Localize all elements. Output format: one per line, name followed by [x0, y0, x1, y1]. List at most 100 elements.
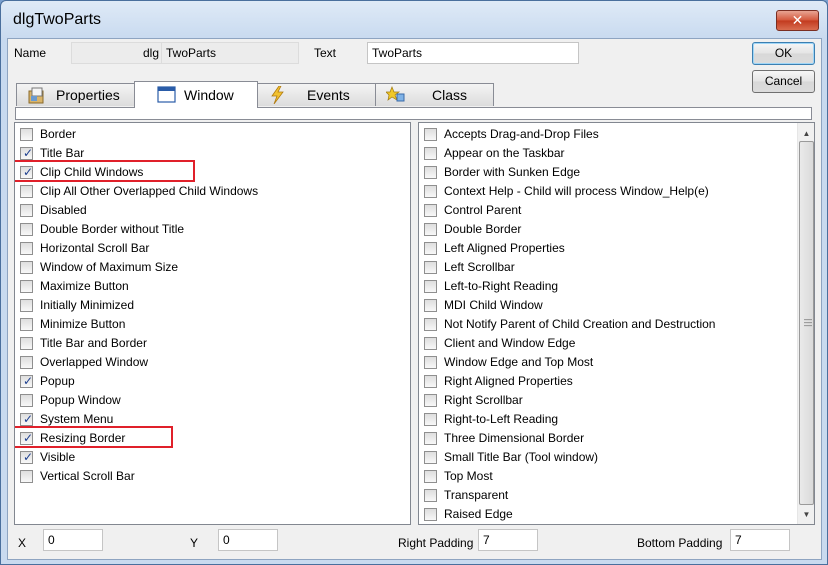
left-style-checkbox-row[interactable]: Title Bar and Border — [15, 334, 410, 353]
right-style-checkbox-row[interactable]: Accepts Drag-and-Drop Files — [419, 125, 814, 144]
left-style-checkbox-row[interactable]: Disabled — [15, 201, 410, 220]
left-style-checkbox-row[interactable]: ✓ Visible — [15, 448, 410, 467]
checkbox[interactable] — [424, 394, 437, 407]
checkbox[interactable]: ✓ — [20, 450, 34, 464]
right-style-checkbox-row[interactable]: Window Edge and Top Most — [419, 353, 814, 372]
left-style-checkbox-row[interactable]: Double Border without Title — [15, 220, 410, 239]
checkbox[interactable] — [424, 489, 437, 502]
checkbox[interactable] — [20, 318, 33, 331]
left-style-checkbox-row[interactable]: Border — [15, 125, 410, 144]
left-style-checkbox-row[interactable]: Vertical Scroll Bar — [15, 467, 410, 486]
checkbox[interactable] — [424, 280, 437, 293]
right-style-checkbox-row[interactable]: Raised Edge — [419, 505, 814, 524]
checkbox[interactable] — [424, 166, 437, 179]
checkbox[interactable] — [20, 470, 33, 483]
checkbox[interactable] — [424, 470, 437, 483]
left-style-checkbox-row[interactable]: ✓ Popup — [15, 372, 410, 391]
ok-button[interactable]: OK — [752, 42, 815, 65]
checkbox[interactable]: ✓ — [20, 146, 33, 160]
checkbox[interactable] — [424, 356, 437, 369]
checkbox[interactable] — [424, 261, 437, 274]
tab-events[interactable]: Events — [257, 83, 376, 106]
checkbox[interactable]: ✓ — [20, 374, 33, 388]
checkbox[interactable] — [424, 413, 437, 426]
checkbox[interactable] — [424, 204, 437, 217]
left-style-checkbox-row[interactable]: ✓ Clip Child Windows — [15, 160, 410, 182]
checkbox[interactable] — [424, 242, 437, 255]
title-bar[interactable]: dlgTwoParts ✕ — [1, 1, 827, 39]
checkbox-label: Double Border — [444, 222, 522, 236]
right-style-checkbox-row[interactable]: Transparent — [419, 486, 814, 505]
checkbox[interactable] — [424, 451, 437, 464]
checkbox[interactable] — [20, 280, 33, 293]
checkbox-label: Window of Maximum Size — [40, 260, 179, 274]
checkbox[interactable] — [20, 223, 33, 236]
text-field[interactable]: TwoParts — [367, 42, 579, 64]
name-field[interactable]: TwoParts — [161, 42, 299, 64]
left-style-checkbox-row[interactable]: Minimize Button — [15, 315, 410, 334]
left-style-checkbox-row[interactable]: Clip All Other Overlapped Child Windows — [15, 182, 410, 201]
close-button[interactable]: ✕ — [776, 10, 819, 31]
checkbox[interactable] — [20, 128, 33, 141]
checkbox[interactable] — [20, 356, 33, 369]
checkmark-icon: ✓ — [23, 450, 34, 464]
checkbox[interactable] — [20, 261, 33, 274]
right-style-checkbox-row[interactable]: Small Title Bar (Tool window) — [419, 448, 814, 467]
checkbox-label: Title Bar — [40, 146, 85, 160]
left-style-list[interactable]: Border ✓ Title Bar ✓ Clip Child Windows Clip … — [14, 122, 411, 525]
y-field[interactable]: 0 — [218, 529, 278, 551]
checkbox[interactable] — [20, 337, 33, 350]
right-style-checkbox-row[interactable]: Left Scrollbar — [419, 258, 814, 277]
checkbox[interactable] — [424, 185, 437, 198]
checkbox[interactable] — [20, 204, 33, 217]
left-style-checkbox-row[interactable]: Initially Minimized — [15, 296, 410, 315]
left-style-checkbox-row[interactable]: Horizontal Scroll Bar — [15, 239, 410, 258]
left-style-checkbox-row[interactable]: Window of Maximum Size — [15, 258, 410, 277]
right-style-checkbox-row[interactable]: Left-to-Right Reading — [419, 277, 814, 296]
tab-properties[interactable]: Properties — [16, 83, 135, 106]
checkbox[interactable] — [424, 299, 437, 312]
right-style-checkbox-row[interactable]: Context Help - Child will process Window… — [419, 182, 814, 201]
checkbox[interactable] — [424, 318, 437, 331]
checkbox[interactable] — [20, 185, 33, 198]
checkbox[interactable] — [20, 242, 33, 255]
checkbox[interactable] — [20, 394, 33, 407]
tab-class[interactable]: Class — [375, 83, 494, 106]
right-style-checkbox-row[interactable]: Control Parent — [419, 201, 814, 220]
checkbox[interactable] — [424, 375, 437, 388]
left-style-checkbox-row[interactable]: Overlapped Window — [15, 353, 410, 372]
checkbox-label: Left Scrollbar — [444, 260, 515, 274]
left-style-checkbox-row[interactable]: Maximize Button — [15, 277, 410, 296]
right-style-checkbox-row[interactable]: Right Aligned Properties — [419, 372, 814, 391]
right-style-checkbox-row[interactable]: Three Dimensional Border — [419, 429, 814, 448]
cancel-button[interactable]: Cancel — [752, 70, 815, 93]
checkbox[interactable] — [20, 299, 33, 312]
right-style-checkbox-row[interactable]: MDI Child Window — [419, 296, 814, 315]
right-style-list[interactable]: ▲ — — — ▼ Accepts Drag-and-Drop Files Appea… — [418, 122, 815, 525]
highlight-box — [15, 426, 173, 448]
right-style-checkbox-row[interactable]: Client and Window Edge — [419, 334, 814, 353]
x-field[interactable]: 0 — [43, 529, 103, 551]
right-style-checkbox-row[interactable]: Right Scrollbar — [419, 391, 814, 410]
checkbox[interactable]: ✓ — [20, 412, 33, 426]
right-style-checkbox-row[interactable]: Top Most — [419, 467, 814, 486]
right-style-checkbox-row[interactable]: Appear on the Taskbar — [419, 144, 814, 163]
right-style-checkbox-row[interactable]: Double Border — [419, 220, 814, 239]
checkbox[interactable] — [424, 337, 437, 350]
checkbox-label: Not Notify Parent of Child Creation and … — [444, 317, 716, 331]
bottom-padding-field[interactable]: 7 — [730, 529, 790, 551]
left-style-checkbox-row[interactable]: Popup Window — [15, 391, 410, 410]
right-style-checkbox-row[interactable]: Left Aligned Properties — [419, 239, 814, 258]
right-style-checkbox-row[interactable]: Not Notify Parent of Child Creation and … — [419, 315, 814, 334]
left-style-checkbox-row[interactable]: ✓ Resizing Border — [15, 426, 410, 448]
right-style-checkbox-row[interactable]: Border with Sunken Edge — [419, 163, 814, 182]
checkbox[interactable] — [424, 223, 437, 236]
right-style-checkbox-row[interactable]: Right-to-Left Reading — [419, 410, 814, 429]
right-padding-field[interactable]: 7 — [478, 529, 538, 551]
tab-window[interactable]: Window — [134, 81, 258, 108]
checkbox[interactable] — [424, 147, 437, 160]
checkbox[interactable] — [424, 128, 437, 141]
checkbox[interactable] — [424, 508, 437, 521]
dialog-client-area: Name dlg TwoParts Text TwoParts OK Cance… — [7, 38, 822, 560]
checkbox[interactable] — [424, 432, 437, 445]
